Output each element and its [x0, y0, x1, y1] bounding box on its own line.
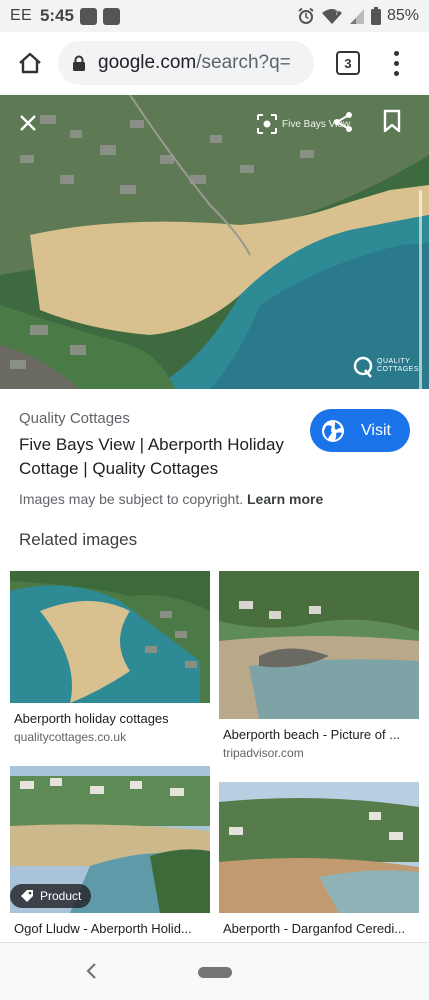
url-domain: google.com	[98, 52, 197, 73]
related-photo	[219, 571, 419, 719]
related-image-thumb[interactable]	[219, 782, 419, 913]
close-icon	[20, 115, 36, 131]
related-domain: tripadvisor.com	[223, 746, 304, 760]
quality-cottages-logo	[352, 355, 374, 379]
aerial-bay-photo	[0, 95, 429, 389]
scrollbar[interactable]	[419, 190, 422, 389]
status-clock: 5:45	[39, 6, 74, 25]
watermark-text: QUALITY COTTAGES	[377, 358, 419, 374]
svg-text:?: ?	[335, 9, 339, 17]
signal-icon	[349, 9, 364, 24]
watermark-line: COTTAGES	[377, 366, 419, 373]
tab-count: 3	[344, 55, 352, 71]
tag-icon	[21, 890, 33, 902]
close-button[interactable]	[14, 109, 42, 137]
related-caption[interactable]: Ogof Lludw - Aberporth Holid...	[14, 921, 204, 936]
related-photo	[10, 571, 210, 703]
lens-icon	[257, 114, 277, 134]
related-image-thumb[interactable]	[10, 571, 210, 703]
url-path: /search?q=	[196, 52, 291, 73]
alarm-icon	[298, 7, 314, 24]
back-icon	[86, 963, 96, 979]
tab-switcher-button[interactable]: 3	[336, 51, 360, 75]
battery-icon	[370, 7, 381, 25]
bookmark-icon	[383, 109, 401, 133]
overflow-menu-button[interactable]	[386, 45, 406, 81]
save-button[interactable]	[382, 109, 402, 133]
wifi-icon: ?	[321, 9, 342, 24]
globe-icon	[322, 419, 344, 442]
menu-dot	[393, 50, 399, 56]
copyright-text: Images may be subject to copyright.	[19, 491, 244, 507]
related-domain: qualitycottages.co.uk	[14, 730, 127, 744]
related-images-heading: Related images	[19, 530, 138, 549]
image-viewer[interactable]: Five Bays View QUALITY COTTAGES	[0, 95, 429, 389]
related-caption[interactable]: Aberporth holiday cottages	[14, 711, 204, 726]
visit-button[interactable]: Visit	[310, 409, 410, 452]
copyright-notice: Images may be subject to copyright. Lear…	[19, 491, 323, 507]
home-pill[interactable]	[198, 967, 232, 978]
related-photo	[219, 782, 419, 913]
notification-icon	[102, 7, 120, 25]
share-icon	[334, 112, 352, 132]
system-nav-bar	[0, 942, 429, 1000]
watermark-line: QUALITY	[377, 358, 411, 365]
menu-dot	[393, 70, 399, 76]
badge-label: Product	[40, 889, 82, 903]
home-button[interactable]	[10, 43, 50, 83]
result-title[interactable]: Five Bays View | Aberporth Holiday Cotta…	[19, 433, 304, 481]
carrier-label: EE	[10, 7, 32, 24]
address-bar[interactable]: google.com/search?q=	[58, 41, 314, 85]
battery-percent: 85%	[386, 7, 419, 24]
url-text: google.com/search?q=	[98, 52, 291, 74]
home-icon	[19, 52, 41, 74]
visit-label: Visit	[361, 421, 391, 439]
product-badge: Product	[10, 884, 92, 908]
result-source: Quality Cottages	[19, 410, 130, 427]
back-button[interactable]	[82, 961, 102, 981]
learn-more-link[interactable]: Learn more	[247, 491, 323, 507]
related-caption[interactable]: Aberporth beach - Picture of ...	[223, 727, 413, 742]
menu-dot	[393, 60, 399, 66]
browser-toolbar: google.com/search?q= 3	[0, 32, 429, 94]
notification-icon	[79, 7, 97, 25]
lock-icon	[70, 54, 88, 72]
related-image-thumb[interactable]	[219, 571, 419, 719]
status-bar: EE 5:45 ? 85%	[0, 0, 429, 32]
related-caption[interactable]: Aberporth - Darganfod Ceredi...	[223, 921, 413, 936]
share-button[interactable]	[331, 110, 355, 134]
